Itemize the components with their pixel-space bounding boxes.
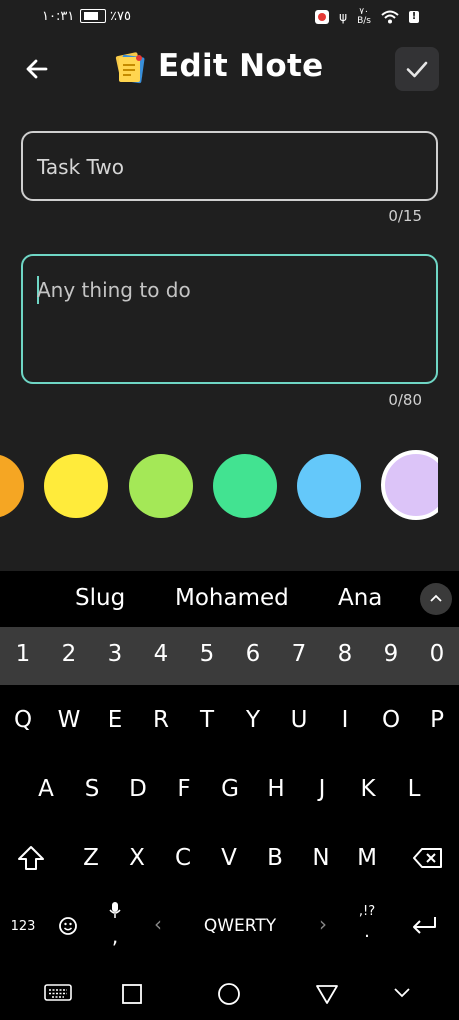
number-key[interactable]: 6 (230, 641, 276, 667)
number-key[interactable]: 9 (368, 641, 414, 667)
letter-key[interactable]: G (207, 776, 253, 802)
wifi-icon (381, 10, 399, 24)
check-icon (406, 61, 428, 78)
symbols-key[interactable]: 123 (0, 919, 46, 934)
chevron-up-icon (430, 594, 442, 602)
letter-key[interactable]: A (23, 776, 69, 802)
letter-key[interactable]: H (253, 776, 299, 802)
letter-key[interactable]: C (160, 845, 206, 871)
color-swatch-lavender[interactable] (381, 450, 438, 520)
number-key[interactable]: 2 (46, 641, 92, 667)
color-swatch-yellow[interactable] (44, 454, 108, 518)
letter-key[interactable]: L (391, 776, 437, 802)
letter-key[interactable]: R (138, 707, 184, 733)
letter-key[interactable]: F (161, 776, 207, 802)
suggestion-item[interactable]: Ana (338, 585, 382, 611)
home-icon[interactable] (217, 982, 241, 1006)
letter-key[interactable]: I (322, 707, 368, 733)
letter-key[interactable]: M (344, 845, 390, 871)
description-placeholder: Any thing to do (37, 278, 191, 302)
suggestion-item[interactable]: Mohamed (175, 585, 289, 611)
app-notification-icon (315, 10, 330, 24)
arrow-left-icon (26, 59, 48, 79)
notes-logo-icon (115, 52, 145, 84)
number-key[interactable]: 7 (276, 641, 322, 667)
network-speed: ٧٠ B/s (357, 8, 371, 26)
letter-key[interactable]: D (115, 776, 161, 802)
number-key[interactable]: 1 (0, 641, 46, 667)
status-time: ١٠:٣١ (42, 9, 75, 24)
period-key[interactable]: . (344, 921, 390, 942)
letter-key[interactable]: J (299, 776, 345, 802)
save-button[interactable] (395, 47, 439, 91)
letter-key[interactable]: U (276, 707, 322, 733)
battery-percent: ٪٧٥ (110, 9, 131, 24)
emoji-key-icon[interactable] (58, 914, 80, 936)
on-screen-keyboard: Slug Mohamed Ana 1234567890 QWERTYUIOP A… (0, 571, 459, 1020)
keyboard-switch-icon[interactable] (44, 983, 72, 1003)
letter-key[interactable]: P (414, 707, 459, 733)
description-input[interactable]: Any thing to do (21, 254, 438, 384)
backspace-key-icon[interactable] (413, 847, 443, 869)
number-key[interactable]: 0 (414, 641, 459, 667)
title-input-value: Task Two (37, 155, 125, 179)
color-picker (0, 447, 438, 527)
suggestion-item[interactable]: Slug (75, 585, 125, 611)
color-swatch-orange[interactable] (0, 454, 24, 518)
color-swatch-blue[interactable] (297, 454, 361, 518)
suggestion-bar: Slug Mohamed Ana (0, 571, 459, 627)
letter-key[interactable]: N (298, 845, 344, 871)
letter-key[interactable]: X (114, 845, 160, 871)
letter-key[interactable]: W (46, 707, 92, 733)
usb-icon: ψ (339, 10, 348, 24)
letter-key[interactable]: E (92, 707, 138, 733)
battery-icon (80, 9, 106, 23)
letter-key[interactable]: Q (0, 707, 46, 733)
shift-key-icon[interactable] (16, 844, 46, 872)
network-speed-unit: B/s (357, 16, 371, 26)
color-swatch-green[interactable] (213, 454, 277, 518)
number-key[interactable]: 4 (138, 641, 184, 667)
letter-key[interactable]: B (252, 845, 298, 871)
letter-key[interactable]: O (368, 707, 414, 733)
number-key[interactable]: 5 (184, 641, 230, 667)
title-input[interactable]: Task Two (21, 131, 438, 201)
title-char-counter: 0/15 (388, 207, 422, 225)
page-title: Edit Note (158, 48, 324, 84)
letter-key[interactable]: Z (68, 845, 114, 871)
number-key[interactable]: 8 (322, 641, 368, 667)
cursor-right-icon[interactable]: › (300, 912, 346, 936)
color-swatch-lime[interactable] (129, 454, 193, 518)
description-char-counter: 0/80 (388, 391, 422, 409)
letter-key[interactable]: Y (230, 707, 276, 733)
microphone-icon[interactable] (108, 901, 122, 919)
number-key[interactable]: 3 (92, 641, 138, 667)
status-right-icons: ψ ٧٠ B/s ! (315, 8, 419, 26)
recents-icon[interactable] (121, 983, 143, 1005)
back-nav-icon[interactable] (315, 983, 339, 1005)
back-button[interactable] (20, 52, 54, 86)
alert-icon: ! (409, 11, 419, 23)
letter-key[interactable]: S (69, 776, 115, 802)
comma-key[interactable]: , (92, 924, 138, 948)
expand-suggestions-button[interactable] (420, 583, 452, 615)
status-bar: ١٠:٣١ ٪٧٥ ψ ٧٠ B/s ! (0, 0, 459, 36)
punctuation-key-top[interactable]: ,!? (344, 904, 390, 919)
letter-key[interactable]: T (184, 707, 230, 733)
letter-key[interactable]: V (206, 845, 252, 871)
letter-key[interactable]: K (345, 776, 391, 802)
cursor-left-icon[interactable]: ‹ (135, 912, 181, 936)
enter-key-icon[interactable] (410, 914, 438, 936)
hide-keyboard-icon[interactable] (393, 987, 411, 999)
system-nav-bar (0, 971, 459, 1020)
space-bar[interactable]: QWERTY (180, 916, 300, 936)
